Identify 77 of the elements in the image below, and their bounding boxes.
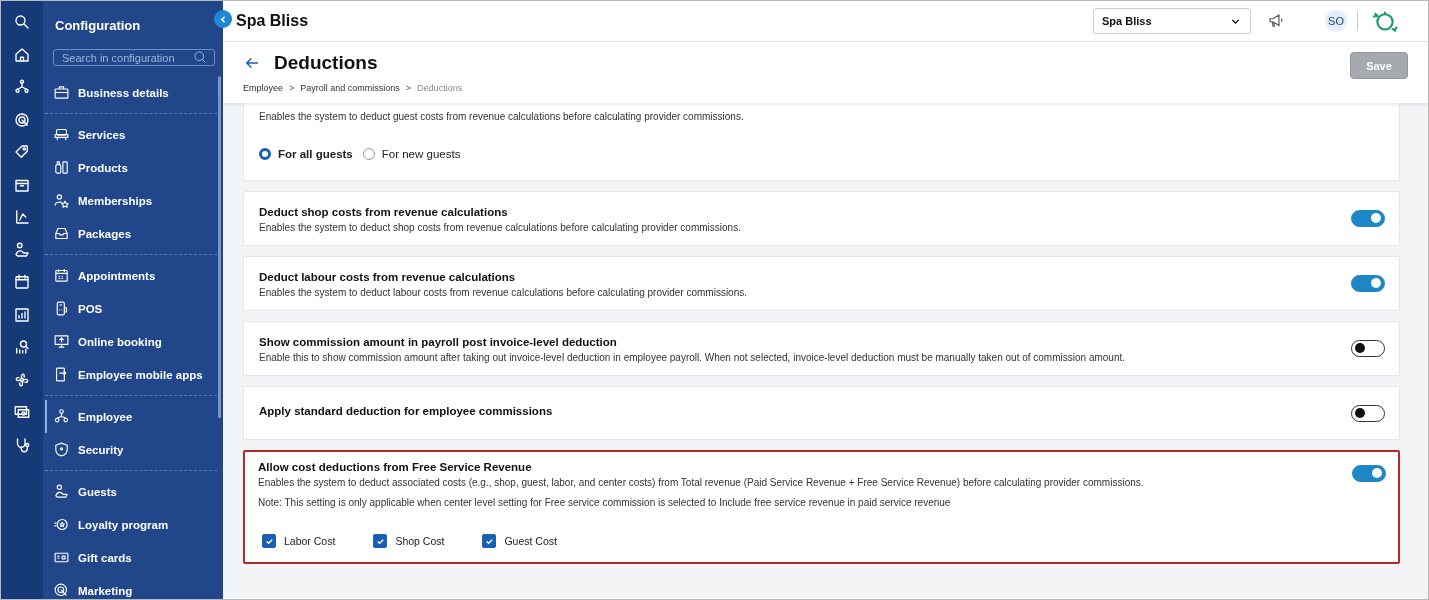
monitor-icon bbox=[53, 333, 70, 350]
bottles-icon bbox=[53, 159, 70, 176]
org-chart-icon[interactable] bbox=[13, 78, 31, 96]
checkbox-option[interactable]: Guest Cost bbox=[482, 534, 557, 548]
collapse-button[interactable] bbox=[214, 10, 232, 28]
checkbox[interactable] bbox=[262, 534, 276, 548]
radio-option[interactable]: For new guests bbox=[362, 148, 461, 160]
money-icon[interactable] bbox=[13, 403, 31, 421]
tray-icon bbox=[53, 225, 70, 242]
setting-description: Enables the system to deduct guest costs from revenue calculations before calculating provider commissions. bbox=[259, 111, 745, 122]
search-icon[interactable] bbox=[13, 13, 31, 31]
user-avatar[interactable]: SO bbox=[1325, 10, 1347, 32]
location-select[interactable]: Spa Bliss bbox=[1093, 8, 1251, 34]
setting-description: Enables the system to deduct shop costs from revenue calculations before calculating provider commissions. bbox=[259, 222, 742, 233]
report-icon[interactable] bbox=[13, 305, 31, 324]
calendar-icon[interactable] bbox=[13, 273, 31, 291]
calendar-icon bbox=[53, 267, 70, 284]
checkbox-option[interactable]: Labor Cost bbox=[262, 534, 336, 548]
sidebar-title: Configuration bbox=[54, 17, 142, 33]
checkbox-option[interactable]: Shop Cost bbox=[373, 534, 445, 548]
analytics-icon[interactable] bbox=[13, 338, 31, 356]
briefcase-icon bbox=[53, 84, 70, 101]
setting-title: Show commission amount in payroll post invoice-level deduction bbox=[259, 336, 618, 348]
toggle-switch[interactable] bbox=[1351, 405, 1385, 422]
sidebar-item[interactable]: Memberships bbox=[45, 184, 217, 217]
sidebar-item[interactable]: Products bbox=[45, 151, 217, 184]
scrollbar[interactable] bbox=[218, 76, 221, 418]
setting-title: Allow cost deductions from Free Service Revenue bbox=[258, 461, 533, 473]
sidebar-item[interactable]: POS bbox=[45, 292, 217, 325]
shield-icon bbox=[53, 441, 70, 458]
chart-icon[interactable] bbox=[13, 208, 31, 226]
person-icon[interactable] bbox=[13, 240, 31, 259]
toggle-switch[interactable] bbox=[1351, 210, 1385, 227]
setting-description: Enables the system to deduct labour costs from revenue calculations before calculating provider commissions. bbox=[259, 287, 749, 298]
people-icon bbox=[53, 192, 70, 209]
sidebar-item[interactable]: Online booking bbox=[45, 325, 217, 358]
toggle-switch[interactable] bbox=[1351, 275, 1385, 292]
page-title: Deductions bbox=[274, 52, 378, 74]
toggle-switch[interactable] bbox=[1352, 465, 1386, 482]
sidebar-item[interactable]: Appointments bbox=[45, 259, 217, 292]
badge-icon bbox=[53, 516, 70, 533]
radio-icon[interactable] bbox=[362, 148, 375, 160]
search-field[interactable]: Search in configuration bbox=[53, 49, 215, 66]
setting-description: Enable this to show commission amount after taking out invoice-level deduction in employee payroll. When not selected, invoice-level deduction must be manually taken out of commission amount. bbox=[259, 352, 1126, 363]
sidebar-item[interactable]: Security bbox=[45, 433, 217, 466]
checkbox[interactable] bbox=[373, 534, 388, 548]
setting-title: Apply standard deduction for employee commissions bbox=[259, 404, 554, 419]
sidebar-item[interactable]: Employee mobile apps bbox=[45, 358, 217, 391]
target-icon bbox=[53, 582, 70, 599]
setting-description: Enables the system to deduct associated costs (e.g., shop, guest, labor, and center costs) from Total revenue (Paid Service Revenue + Free Service Revenue) before calculating provider commissions. bbox=[258, 477, 1145, 488]
radio-icon[interactable] bbox=[259, 148, 271, 160]
chair-icon bbox=[53, 126, 70, 143]
radio-option[interactable]: For all guests bbox=[259, 148, 353, 160]
sidebar-item[interactable]: Gift cards bbox=[45, 541, 217, 574]
setting-title: Deduct shop costs from revenue calculations bbox=[259, 206, 509, 218]
tag-icon[interactable] bbox=[13, 143, 31, 161]
toggle-switch[interactable] bbox=[1351, 340, 1385, 357]
sidebar-item[interactable]: Packages bbox=[45, 217, 217, 250]
sidebar-item[interactable]: Loyalty program bbox=[45, 508, 217, 541]
breadcrumb-separator: > bbox=[405, 83, 412, 93]
breadcrumb-link[interactable]: Payroll and commissions bbox=[300, 83, 400, 93]
search-icon bbox=[193, 50, 208, 65]
setting-note: Note: This setting is only applicable when center level setting for Free service commission is selected to Include free service revenue in paid service revenue bbox=[258, 497, 952, 508]
org-icon bbox=[53, 408, 70, 425]
target-icon[interactable] bbox=[13, 110, 31, 129]
sidebar-item[interactable]: Marketing bbox=[45, 574, 217, 599]
breadcrumb-separator: > bbox=[289, 83, 295, 93]
checkbox[interactable] bbox=[482, 534, 497, 548]
breadcrumb-link[interactable]: Employee bbox=[243, 83, 284, 93]
person-icon bbox=[53, 483, 70, 500]
sidebar-item[interactable]: Guests bbox=[45, 475, 217, 508]
sidebar-item[interactable]: Business details bbox=[45, 76, 217, 109]
business-name: Spa Bliss bbox=[236, 12, 309, 30]
setting-title: Deduct labour costs from revenue calculations bbox=[259, 271, 517, 283]
sidebar-item[interactable]: Services bbox=[45, 118, 217, 151]
sidebar-item[interactable]: Employee bbox=[45, 400, 217, 433]
megaphone-icon[interactable] bbox=[1267, 12, 1285, 30]
